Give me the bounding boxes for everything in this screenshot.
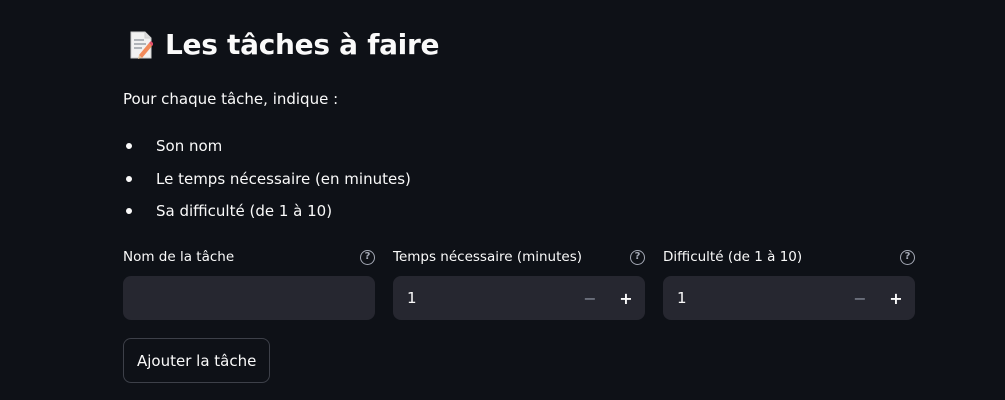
list-item-text: Sa difficulté (de 1 à 10)	[156, 202, 333, 220]
time-label-row: Temps nécessaire (minutes) ?	[393, 246, 645, 268]
task-name-input[interactable]	[123, 276, 375, 320]
task-name-field: Nom de la tâche ?	[123, 246, 375, 320]
list-item-text: Son nom	[156, 137, 223, 155]
task-name-input-box	[123, 276, 375, 320]
difficulty-field: Difficulté (de 1 à 10) ? 1 − +	[663, 246, 915, 320]
page-title-text: Les tâches à faire	[165, 28, 440, 61]
list-item: Sa difficulté (de 1 à 10)	[123, 199, 411, 232]
task-name-label-row: Nom de la tâche ?	[123, 246, 375, 268]
question-circle-icon[interactable]: ?	[360, 249, 375, 265]
time-label: Temps nécessaire (minutes)	[393, 249, 583, 265]
list-item: Le temps nécessaire (en minutes)	[123, 167, 411, 200]
bullet-dot	[126, 175, 132, 182]
difficulty-decrement-button[interactable]: −	[843, 276, 877, 320]
time-field: Temps nécessaire (minutes) ? 1 − +	[393, 246, 645, 320]
bullet-dot	[126, 143, 132, 149]
list-item-text: Le temps nécessaire (en minutes)	[156, 169, 411, 188]
time-decrement-button[interactable]: −	[573, 276, 607, 320]
difficulty-input[interactable]: 1	[677, 276, 687, 320]
page-title: Les tâches à faire	[129, 28, 439, 61]
bullet-dot	[126, 208, 132, 214]
task-name-label: Nom de la tâche	[123, 249, 235, 265]
time-input[interactable]: 1	[407, 276, 417, 320]
difficulty-label: Difficulté (de 1 à 10)	[663, 249, 803, 265]
add-task-button[interactable]: Ajouter la tâche	[123, 338, 271, 383]
memo-icon	[129, 30, 153, 60]
time-increment-button[interactable]: +	[609, 276, 643, 320]
difficulty-label-row: Difficulté (de 1 à 10) ?	[663, 246, 915, 268]
difficulty-increment-button[interactable]: +	[879, 276, 913, 320]
intro-text: Pour chaque tâche, indique :	[123, 90, 339, 108]
question-circle-icon[interactable]: ?	[900, 249, 915, 265]
app-page: Les tâches à faire Pour chaque tâche, in…	[0, 0, 1005, 400]
list-item: Son nom	[123, 134, 411, 167]
difficulty-input-box[interactable]: 1 − +	[663, 276, 915, 320]
time-input-box[interactable]: 1 − +	[393, 276, 645, 320]
instruction-list: Son nom Le temps nécessaire (en minutes)…	[123, 134, 411, 232]
question-circle-icon[interactable]: ?	[630, 249, 645, 265]
